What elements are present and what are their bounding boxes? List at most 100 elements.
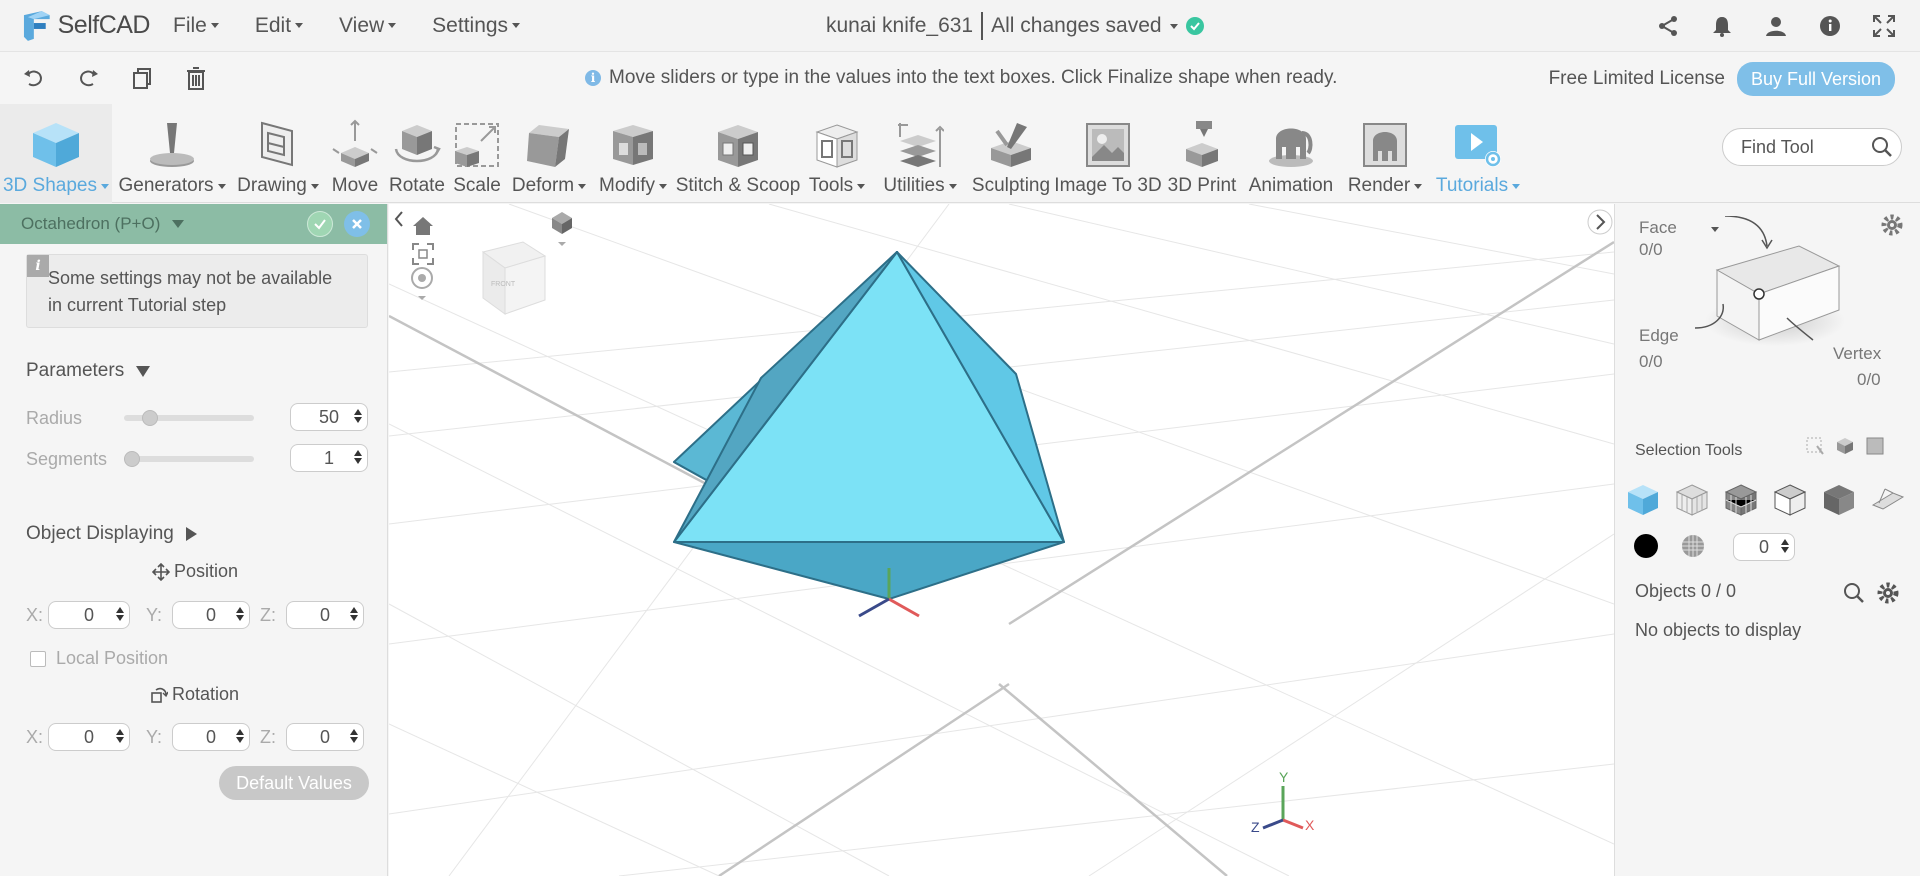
share-icon[interactable]: [1656, 14, 1680, 38]
position-y-input[interactable]: 0: [172, 601, 250, 629]
select-dark-solid-icon[interactable]: [1821, 482, 1857, 518]
texture-icon[interactable]: [1681, 534, 1705, 558]
default-values-button[interactable]: Default Values: [219, 766, 369, 800]
tool-move[interactable]: Move: [324, 104, 386, 203]
select-objects-icon[interactable]: [1835, 436, 1857, 458]
rotation-z-input[interactable]: 0: [286, 723, 364, 751]
position-z-input[interactable]: 0: [286, 601, 364, 629]
search-objects-icon[interactable]: [1843, 582, 1865, 604]
tool-drawing[interactable]: Drawing: [232, 104, 324, 203]
radius-slider[interactable]: [124, 410, 254, 426]
menu-view[interactable]: View: [339, 14, 397, 38]
close-panel-button[interactable]: [344, 211, 370, 237]
stepper-arrows-icon[interactable]: [236, 606, 244, 622]
select-solid-icon[interactable]: [1625, 482, 1661, 518]
bell-icon[interactable]: [1710, 14, 1734, 38]
vertex-mode-label[interactable]: Vertex: [1833, 344, 1881, 364]
tool-sculpting[interactable]: Sculpting: [968, 104, 1054, 203]
chevron-down-icon[interactable]: [1169, 23, 1178, 29]
home-view-button[interactable]: [409, 214, 437, 238]
segments-input[interactable]: 1: [290, 444, 368, 472]
face-count: 0/0: [1639, 240, 1663, 259]
fit-view-button[interactable]: [411, 242, 435, 266]
chevron-down-icon[interactable]: [172, 220, 185, 228]
collapse-left-panel-button[interactable]: [389, 204, 409, 234]
tool-tools[interactable]: Tools: [802, 104, 872, 203]
axis-z-label: Z: [1251, 819, 1260, 835]
save-status[interactable]: All changes saved: [991, 14, 1161, 38]
settings-gear-icon[interactable]: [1881, 214, 1903, 236]
tool-utilities[interactable]: Utilities: [872, 104, 968, 203]
segments-slider-knob[interactable]: [124, 451, 140, 467]
redo-icon[interactable]: [74, 64, 102, 92]
find-tool-input[interactable]: Find Tool: [1722, 128, 1902, 166]
tool-modify[interactable]: Modify: [592, 104, 674, 203]
logo[interactable]: SelfCAD: [20, 9, 151, 43]
tool-3d-print[interactable]: 3D Print: [1162, 104, 1242, 203]
copy-icon[interactable]: [128, 64, 156, 92]
buy-full-version-button[interactable]: Buy Full Version: [1736, 62, 1895, 96]
objects-settings-gear-icon[interactable]: [1877, 582, 1899, 604]
menu-file[interactable]: File: [173, 14, 219, 38]
segments-slider[interactable]: [124, 451, 254, 467]
tool-generators[interactable]: Generators: [112, 104, 232, 203]
select-wireframe-icon[interactable]: [1772, 482, 1808, 518]
checkbox[interactable]: [30, 650, 46, 667]
stepper-arrows-icon[interactable]: [1781, 538, 1789, 554]
user-icon[interactable]: [1764, 14, 1788, 38]
search-icon[interactable]: [1871, 136, 1893, 158]
tool-3d-shapes[interactable]: 3D Shapes: [0, 104, 112, 203]
perspective-toggle-button[interactable]: [547, 204, 577, 248]
stepper-arrows-icon[interactable]: [354, 449, 362, 465]
stepper-arrows-icon[interactable]: [116, 606, 124, 622]
help-icon[interactable]: [1818, 14, 1842, 38]
octahedron-shape[interactable]: [673, 251, 1065, 600]
trash-icon[interactable]: [182, 64, 210, 92]
stepper-arrows-icon[interactable]: [350, 728, 358, 744]
rotation-x-input[interactable]: 0: [48, 723, 130, 751]
face-mode-label[interactable]: Face: [1639, 218, 1677, 238]
object-displaying-toggle[interactable]: Object Displaying: [26, 523, 197, 545]
view-navigation-cube[interactable]: FRONT: [463, 234, 563, 334]
radius-slider-knob[interactable]: [142, 410, 159, 426]
select-plane-icon[interactable]: [1870, 482, 1906, 518]
selection-mode-cube[interactable]: [1695, 216, 1855, 356]
opacity-input[interactable]: 0: [1733, 533, 1795, 561]
collapse-right-panel-button[interactable]: [1587, 208, 1613, 236]
tool-deform[interactable]: Deform: [506, 104, 592, 203]
radius-input[interactable]: 50: [290, 403, 368, 431]
tool-render[interactable]: Render: [1340, 104, 1430, 203]
fit-view-icon: [412, 243, 434, 265]
select-area-icon[interactable]: [1805, 436, 1827, 458]
select-faces-icon[interactable]: [1674, 482, 1710, 518]
finalize-check-button[interactable]: [307, 211, 333, 237]
undo-icon[interactable]: [20, 64, 48, 92]
parameters-section-toggle[interactable]: Parameters: [26, 360, 151, 382]
snap-target-button[interactable]: [407, 264, 437, 304]
edge-mode-label[interactable]: Edge: [1639, 326, 1679, 346]
stepper-arrows-icon[interactable]: [116, 728, 124, 744]
tool-rotate[interactable]: Rotate: [386, 104, 448, 203]
stepper-arrows-icon[interactable]: [236, 728, 244, 744]
stitch-scoop-icon: [714, 113, 762, 169]
3d-viewport[interactable]: FRONT Y X Z: [389, 204, 1614, 876]
color-swatch[interactable]: [1634, 534, 1658, 558]
scene-canvas[interactable]: [389, 204, 1614, 876]
panel-title[interactable]: Octahedron (P+O): [21, 214, 160, 234]
fullscreen-icon[interactable]: [1872, 14, 1896, 38]
stepper-arrows-icon[interactable]: [350, 606, 358, 622]
tool-image-to-3d[interactable]: Image To 3D: [1054, 104, 1162, 203]
tool-tutorials[interactable]: Tutorials: [1430, 104, 1526, 203]
local-position-checkbox[interactable]: Local Position: [30, 648, 168, 669]
tool-scale[interactable]: Scale: [448, 104, 506, 203]
menu-settings[interactable]: Settings: [432, 14, 521, 38]
file-name[interactable]: kunai knife_631: [826, 14, 973, 38]
select-all-icon[interactable]: [1865, 436, 1887, 458]
tool-animation[interactable]: Animation: [1242, 104, 1340, 203]
stepper-arrows-icon[interactable]: [354, 408, 362, 424]
rotation-y-input[interactable]: 0: [172, 723, 250, 751]
position-x-input[interactable]: 0: [48, 601, 130, 629]
select-grid-icon[interactable]: [1723, 482, 1759, 518]
tool-stitch-scoop[interactable]: Stitch & Scoop: [674, 104, 802, 203]
menu-edit[interactable]: Edit: [255, 14, 304, 38]
